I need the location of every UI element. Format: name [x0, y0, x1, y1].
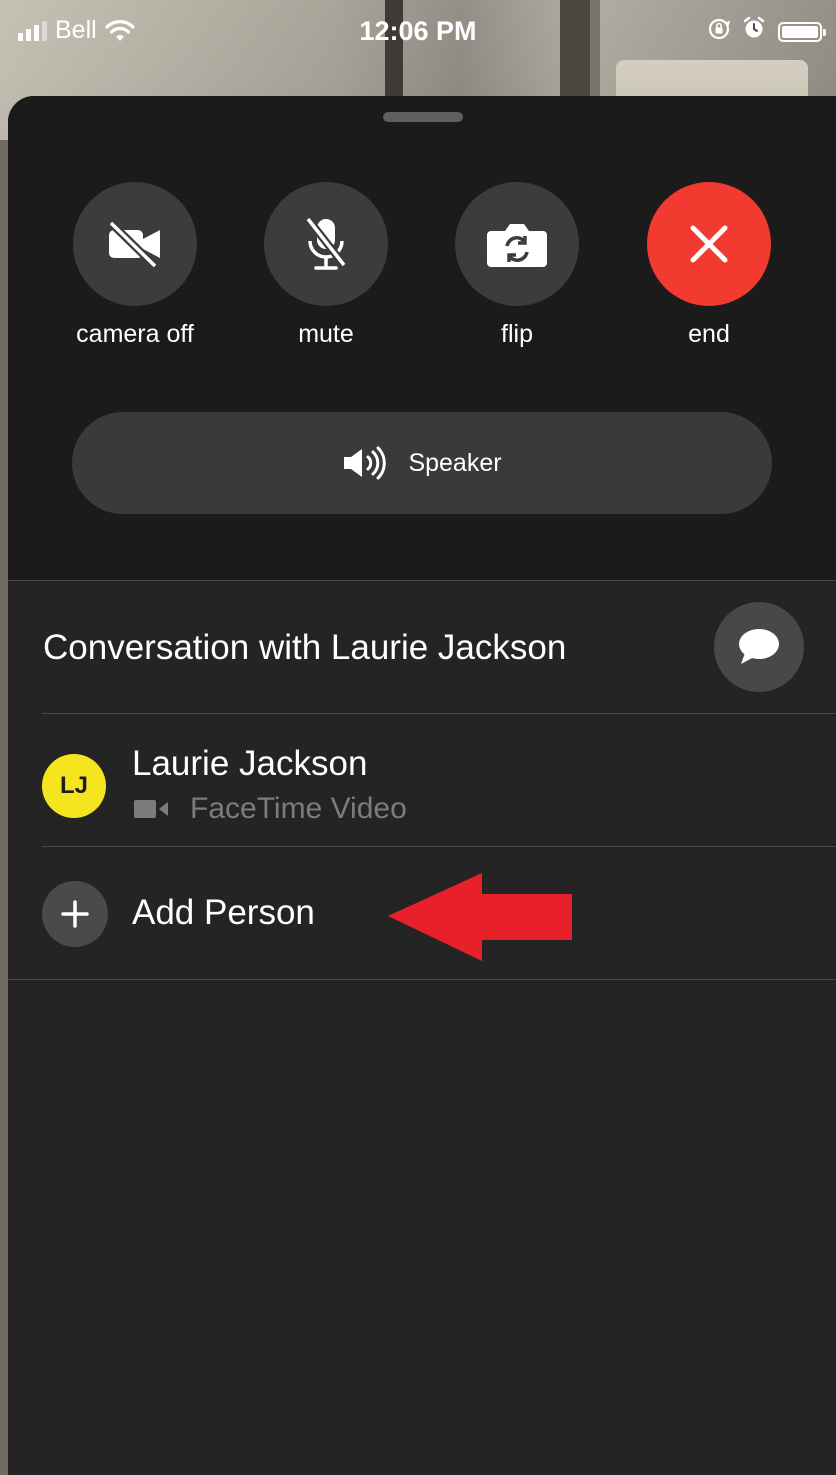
conversation-header: Conversation with Laurie Jackson — [8, 580, 836, 713]
camera-off-button[interactable]: camera off — [45, 182, 225, 349]
camera-off-button-circle[interactable] — [73, 182, 197, 306]
flip-label: flip — [501, 320, 533, 348]
speaker-label: Speaker — [408, 448, 502, 477]
video-slash-icon — [108, 220, 160, 268]
message-bubble-icon — [739, 629, 779, 664]
flip-button[interactable]: flip — [427, 182, 607, 349]
avatar: LJ — [42, 754, 106, 818]
mute-button[interactable]: mute — [236, 182, 416, 349]
video-camera-icon — [134, 800, 168, 818]
status-bar: Bell 12:06 PM — [0, 0, 836, 60]
annotation-arrow-icon — [388, 873, 572, 961]
camera-off-label: camera off — [76, 320, 194, 348]
participant-status-text: FaceTime Video — [190, 792, 407, 825]
participant-status: FaceTime Video — [132, 792, 407, 826]
sheet-grabber-handle[interactable] — [383, 112, 463, 122]
section-divider — [8, 979, 836, 980]
speaker-icon — [344, 446, 387, 480]
mute-label: mute — [298, 320, 354, 348]
end-call-button[interactable]: end — [619, 182, 799, 349]
call-controls-sheet: camera off mute flip end Speaker Convers… — [8, 96, 836, 1475]
participant-name: Laurie Jackson — [132, 744, 368, 783]
call-control-buttons: camera off mute flip end — [8, 182, 836, 352]
close-icon — [690, 225, 728, 263]
alarm-icon — [742, 16, 766, 47]
flip-button-circle[interactable] — [455, 182, 579, 306]
speaker-button[interactable]: Speaker — [72, 412, 772, 514]
add-person-label: Add Person — [132, 893, 315, 932]
status-bar-right — [708, 16, 826, 47]
battery-icon — [778, 21, 826, 42]
mic-slash-icon — [304, 216, 348, 270]
camera-flip-icon — [487, 224, 547, 267]
conversation-title: Conversation with Laurie Jackson — [43, 628, 567, 667]
end-call-button-circle[interactable] — [647, 182, 771, 306]
participant-row[interactable]: LJ Laurie Jackson FaceTime Video — [8, 714, 836, 846]
mute-button-circle[interactable] — [264, 182, 388, 306]
end-label: end — [688, 320, 730, 348]
orientation-lock-icon — [708, 16, 731, 47]
battery-fill — [782, 25, 818, 38]
message-button[interactable] — [714, 602, 804, 692]
plus-icon — [42, 881, 108, 947]
